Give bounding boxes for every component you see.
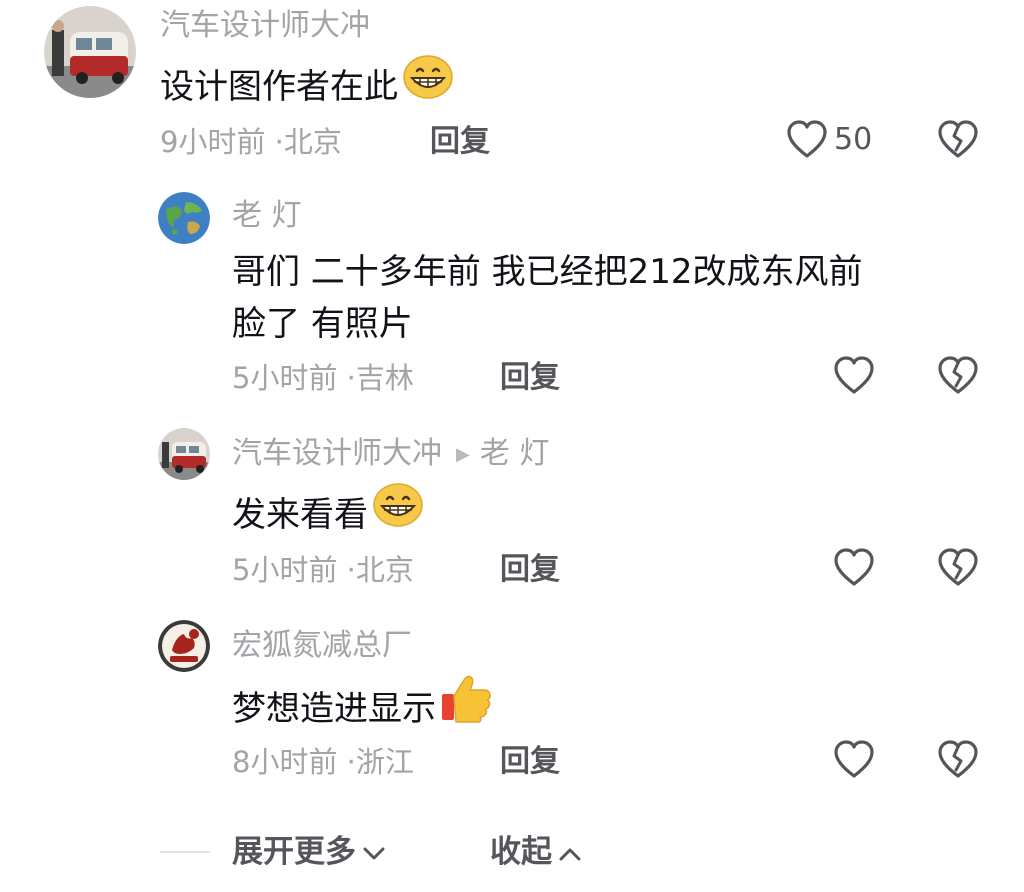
comment-time: 9小时前	[160, 125, 266, 159]
expand-more-label: 展开更多	[232, 834, 356, 870]
reply-button[interactable]: 回复	[500, 360, 560, 396]
comment-text-line: 脸了 有照片	[232, 304, 413, 344]
broken-heart-icon	[938, 356, 978, 394]
comment-author[interactable]: 汽车设计师大冲	[160, 8, 370, 44]
comment-author[interactable]: 宏狐氮减总厂	[232, 628, 412, 664]
heart-outline-icon	[834, 548, 874, 586]
grin-emoji-icon	[402, 54, 454, 115]
comment-location: 北京	[355, 553, 414, 587]
expand-more-button[interactable]: 展开更多	[232, 832, 386, 874]
meta-separator: ·	[346, 553, 356, 587]
comment-location: 浙江	[355, 745, 414, 779]
chevron-up-icon	[558, 832, 582, 872]
meta-separator: ·	[274, 125, 284, 159]
comment-time: 8小时前	[232, 745, 338, 779]
like-count: 50	[834, 122, 873, 157]
divider	[160, 851, 210, 853]
reply-button[interactable]: 回复	[500, 744, 560, 780]
collapse-button[interactable]: 收起	[490, 832, 582, 874]
dislike-button[interactable]	[937, 356, 979, 396]
like-button[interactable]	[833, 356, 875, 396]
comment-text: 哥们 二十多年前 我已经把212改成东风前 脸了 有照片	[232, 246, 863, 350]
comment-text-content: 设计图作者在此	[160, 67, 398, 107]
comment-text-content: 梦想造进显示	[232, 689, 436, 729]
reply-button[interactable]: 回复	[500, 552, 560, 588]
like-button[interactable]	[833, 740, 875, 780]
comment-meta: 9小时前 ·北京	[160, 124, 342, 160]
globe-avatar-icon	[158, 192, 210, 244]
avatar[interactable]	[158, 192, 210, 244]
comment-time: 5小时前	[232, 361, 338, 395]
dislike-button[interactable]	[937, 548, 979, 588]
avatar[interactable]	[158, 428, 210, 480]
comment-3: 汽车设计师大冲 ▶ 老 灯 发来看看 5小时前 ·北京 回复	[0, 420, 1024, 610]
reply-arrow-icon: ▶	[456, 444, 470, 465]
heart-outline-icon	[787, 120, 827, 158]
thumbs-up-emoji-icon	[440, 674, 494, 739]
van-photo-icon	[158, 428, 210, 480]
comment-1: 汽车设计师大冲 设计图作者在此 9小时前 ·北京 回复 50	[0, 0, 1024, 180]
heart-outline-icon	[834, 356, 874, 394]
meta-separator: ·	[346, 361, 356, 395]
broken-heart-icon	[938, 740, 978, 778]
comment-text-content: 发来看看	[232, 495, 368, 535]
grin-emoji-icon	[372, 482, 424, 543]
avatar[interactable]	[44, 6, 136, 98]
reply-button[interactable]: 回复	[430, 124, 490, 160]
replies-footer: 展开更多 收起	[0, 822, 1024, 882]
comment-meta: 8小时前 ·浙江	[232, 744, 414, 780]
comment-2: 老 灯 哥们 二十多年前 我已经把212改成东风前 脸了 有照片 5小时前 ·吉…	[0, 180, 1024, 420]
collapse-label: 收起	[490, 834, 552, 870]
fox-logo-icon	[158, 620, 210, 672]
chevron-down-icon	[362, 832, 386, 872]
comment-time: 5小时前	[232, 553, 338, 587]
comment-location: 吉林	[355, 361, 414, 395]
comment-text-line: 哥们 二十多年前 我已经把212改成东风前	[232, 252, 863, 292]
reply-to-name[interactable]: 老 灯	[480, 436, 550, 471]
dislike-button[interactable]	[937, 740, 979, 780]
comment-4: 宏狐氮减总厂 梦想造进显示 8小时前 ·浙江 回复	[0, 610, 1024, 810]
broken-heart-icon	[938, 548, 978, 586]
comment-author: 汽车设计师大冲 ▶ 老 灯	[232, 436, 549, 476]
comment-text: 发来看看	[232, 483, 424, 547]
van-photo-icon	[44, 6, 136, 98]
like-button[interactable]	[833, 548, 875, 588]
heart-outline-icon	[834, 740, 874, 778]
comment-author[interactable]: 老 灯	[232, 198, 302, 234]
broken-heart-icon	[938, 120, 978, 158]
comment-author-name[interactable]: 汽车设计师大冲	[232, 436, 442, 471]
meta-separator: ·	[346, 745, 356, 779]
like-button[interactable]: 50	[786, 120, 872, 160]
comment-meta: 5小时前 ·吉林	[232, 360, 414, 396]
dislike-button[interactable]	[937, 120, 979, 160]
avatar[interactable]	[158, 620, 210, 672]
comment-text: 设计图作者在此	[160, 55, 454, 119]
comment-text: 梦想造进显示	[232, 675, 494, 743]
comment-meta: 5小时前 ·北京	[232, 552, 414, 588]
comment-location: 北京	[283, 125, 342, 159]
